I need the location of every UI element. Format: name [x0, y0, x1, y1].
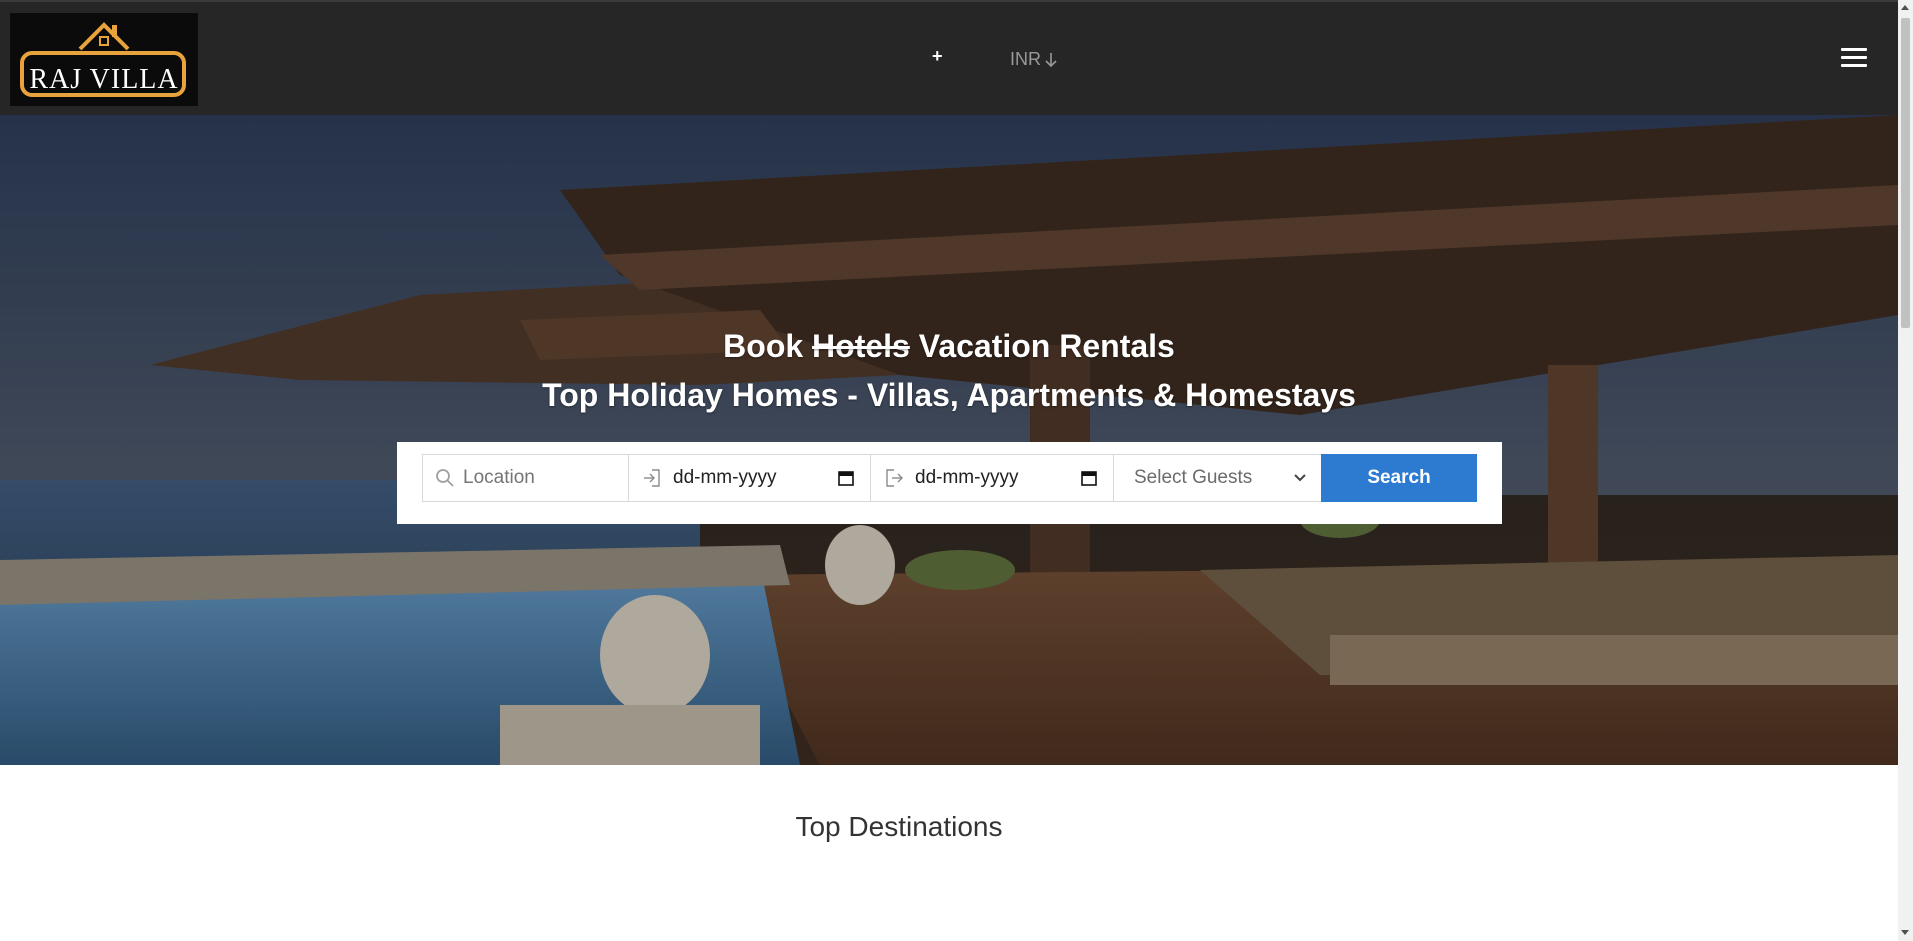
top-destinations-title: Top Destinations	[795, 811, 1003, 842]
currency-selector[interactable]: INR	[1010, 49, 1058, 70]
scrollbar-thumb[interactable]	[1901, 18, 1910, 328]
calendar-icon[interactable]	[838, 470, 854, 486]
hero-overlay	[0, 115, 1898, 765]
location-input[interactable]	[461, 466, 605, 490]
scroll-up-arrow-icon[interactable]	[1901, 5, 1909, 10]
arrow-down-icon	[1045, 52, 1057, 67]
chevron-down-icon	[1294, 474, 1306, 482]
page-scrollbar[interactable]	[1898, 0, 1913, 941]
raj-villa-logo[interactable]: RAJ VILLA	[10, 13, 198, 106]
hero-banner: Book Hotels Vacation Rentals Top Holiday…	[0, 115, 1898, 765]
checkin-field[interactable]: dd-mm-yyyy	[628, 454, 871, 502]
currency-label: INR	[1010, 49, 1041, 69]
hero-subheadline: Top Holiday Homes - Villas, Apartments &…	[542, 377, 1356, 413]
guests-select-label: Select Guests	[1134, 467, 1253, 488]
search-icon	[436, 469, 454, 487]
checkin-date-input[interactable]: dd-mm-yyyy	[673, 467, 838, 489]
search-button[interactable]: Search	[1321, 454, 1477, 502]
scroll-down-arrow-icon[interactable]	[1901, 930, 1909, 935]
checkout-field[interactable]: dd-mm-yyyy	[870, 454, 1114, 502]
logo-text: RAJ VILLA	[29, 64, 179, 95]
search-form: dd-mm-yyyy dd-mm-yyyy Select Guests	[397, 442, 1502, 524]
calendar-icon[interactable]	[1081, 470, 1097, 486]
check-in-icon	[644, 469, 660, 487]
hero-headline: Book Hotels Vacation Rentals	[0, 328, 1898, 365]
checkout-date-input[interactable]: dd-mm-yyyy	[915, 467, 1081, 489]
hamburger-icon[interactable]	[1841, 48, 1867, 72]
headline-prefix: Book	[723, 328, 804, 364]
add-button[interactable]: +	[932, 46, 943, 67]
house-roof-icon	[78, 22, 130, 51]
headline-suffix: Vacation Rentals	[918, 328, 1175, 364]
top-navbar: RAJ VILLA + INR	[0, 0, 1898, 115]
headline-struck-word: Hotels	[812, 328, 910, 364]
guests-select[interactable]: Select Guests	[1113, 454, 1322, 502]
location-field[interactable]	[422, 454, 629, 502]
check-out-icon	[886, 469, 903, 487]
